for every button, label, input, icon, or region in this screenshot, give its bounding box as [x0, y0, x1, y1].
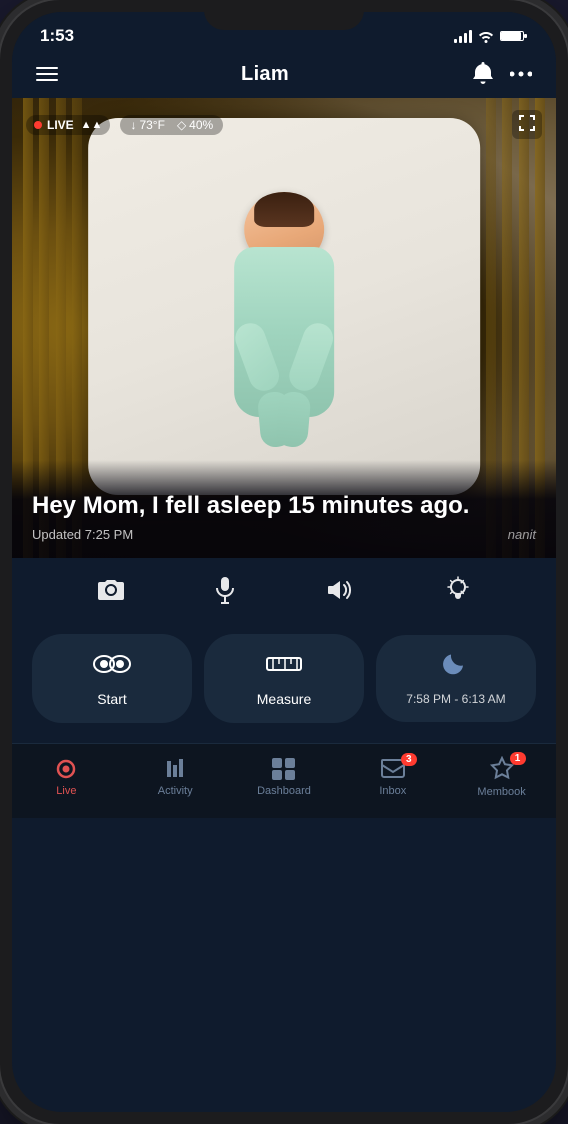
bottom-nav: Live Activity Dashboard 3	[12, 743, 556, 818]
live-nav-icon	[53, 757, 79, 781]
sleep-schedule-button[interactable]: 7:58 PM - 6:13 AM	[376, 635, 536, 722]
measure-button[interactable]: Measure	[204, 634, 364, 723]
header-actions	[472, 62, 532, 86]
light-button[interactable]	[445, 576, 471, 604]
activity-nav-label: Activity	[158, 785, 193, 797]
screen: 1:53	[12, 12, 556, 1112]
dashboard-nav-label: Dashboard	[257, 785, 311, 797]
mattress	[88, 118, 480, 495]
live-badge: LIVE ▲▲	[26, 115, 110, 135]
status-icons	[454, 29, 528, 43]
light-icon	[445, 576, 471, 604]
baby-arm-right	[285, 319, 337, 395]
start-button[interactable]: Start	[32, 634, 192, 723]
wifi-icon	[477, 29, 495, 43]
live-nav-label: Live	[56, 785, 76, 797]
sleep-time: 7:58 PM - 6:13 AM	[406, 692, 505, 706]
baby-figure	[204, 187, 364, 437]
fullscreen-button[interactable]	[512, 110, 542, 139]
camera-feed[interactable]: LIVE ▲▲ ↓ 73°F ◇ 40%	[12, 98, 556, 558]
live-stats: ↓ 73°F ◇ 40%	[120, 115, 223, 135]
inbox-nav-label: Inbox	[379, 785, 406, 797]
nav-item-dashboard[interactable]: Dashboard	[254, 757, 314, 797]
live-overlay: LIVE ▲▲ ↓ 73°F ◇ 40%	[26, 110, 542, 139]
live-text: LIVE	[47, 118, 74, 132]
measure-icon	[265, 650, 303, 685]
camera-snapshot-button[interactable]	[97, 578, 125, 602]
status-time: 1:53	[40, 26, 74, 46]
nav-item-membook[interactable]: 1 Membook	[472, 756, 532, 798]
microphone-icon	[214, 576, 236, 604]
membook-nav-label: Membook	[477, 786, 525, 798]
nav-item-activity[interactable]: Activity	[145, 757, 205, 797]
sound-button[interactable]	[326, 578, 356, 602]
baby-leg-right	[275, 390, 312, 448]
baby-arm-left	[231, 319, 283, 395]
battery-icon	[500, 29, 528, 43]
baby-hair	[254, 192, 314, 227]
baby-body	[234, 247, 334, 417]
nanit-watermark: nanit	[508, 527, 536, 542]
fullscreen-icon	[518, 114, 536, 132]
moon-icon	[442, 651, 470, 679]
message-overlay: Hey Mom, I fell asleep 15 minutes ago. U…	[12, 460, 556, 558]
mic-button[interactable]	[214, 576, 236, 604]
nav-item-inbox[interactable]: 3 Inbox	[363, 757, 423, 797]
start-icon	[92, 650, 132, 685]
action-row: Start Measure	[12, 622, 556, 743]
camera-icon	[97, 578, 125, 602]
phone-frame: 1:53	[0, 0, 568, 1124]
menu-button[interactable]	[36, 67, 58, 81]
start-label: Start	[97, 691, 127, 707]
header-title: Liam	[241, 63, 289, 86]
activity-nav-icon	[163, 757, 187, 781]
nav-item-live[interactable]: Live	[36, 757, 96, 797]
signal-icon	[454, 29, 472, 43]
update-time: Updated 7:25 PM	[32, 527, 536, 542]
camera-controls	[12, 558, 556, 622]
bell-icon[interactable]	[472, 62, 494, 86]
membook-badge: 1	[510, 752, 526, 765]
more-options-icon[interactable]	[510, 71, 532, 77]
speaker-icon	[326, 578, 356, 602]
temperature-stat: ↓ 73°F	[130, 118, 164, 132]
measure-label: Measure	[257, 691, 311, 707]
app-header: Liam	[12, 54, 556, 98]
humidity-stat: ◇ 40%	[177, 118, 213, 132]
inbox-badge: 3	[401, 753, 417, 766]
sleep-message: Hey Mom, I fell asleep 15 minutes ago.	[32, 490, 536, 521]
dashboard-nav-icon	[271, 757, 297, 781]
live-dot	[34, 121, 42, 129]
signal-strength: ▲▲	[81, 119, 103, 131]
notch	[204, 0, 364, 30]
